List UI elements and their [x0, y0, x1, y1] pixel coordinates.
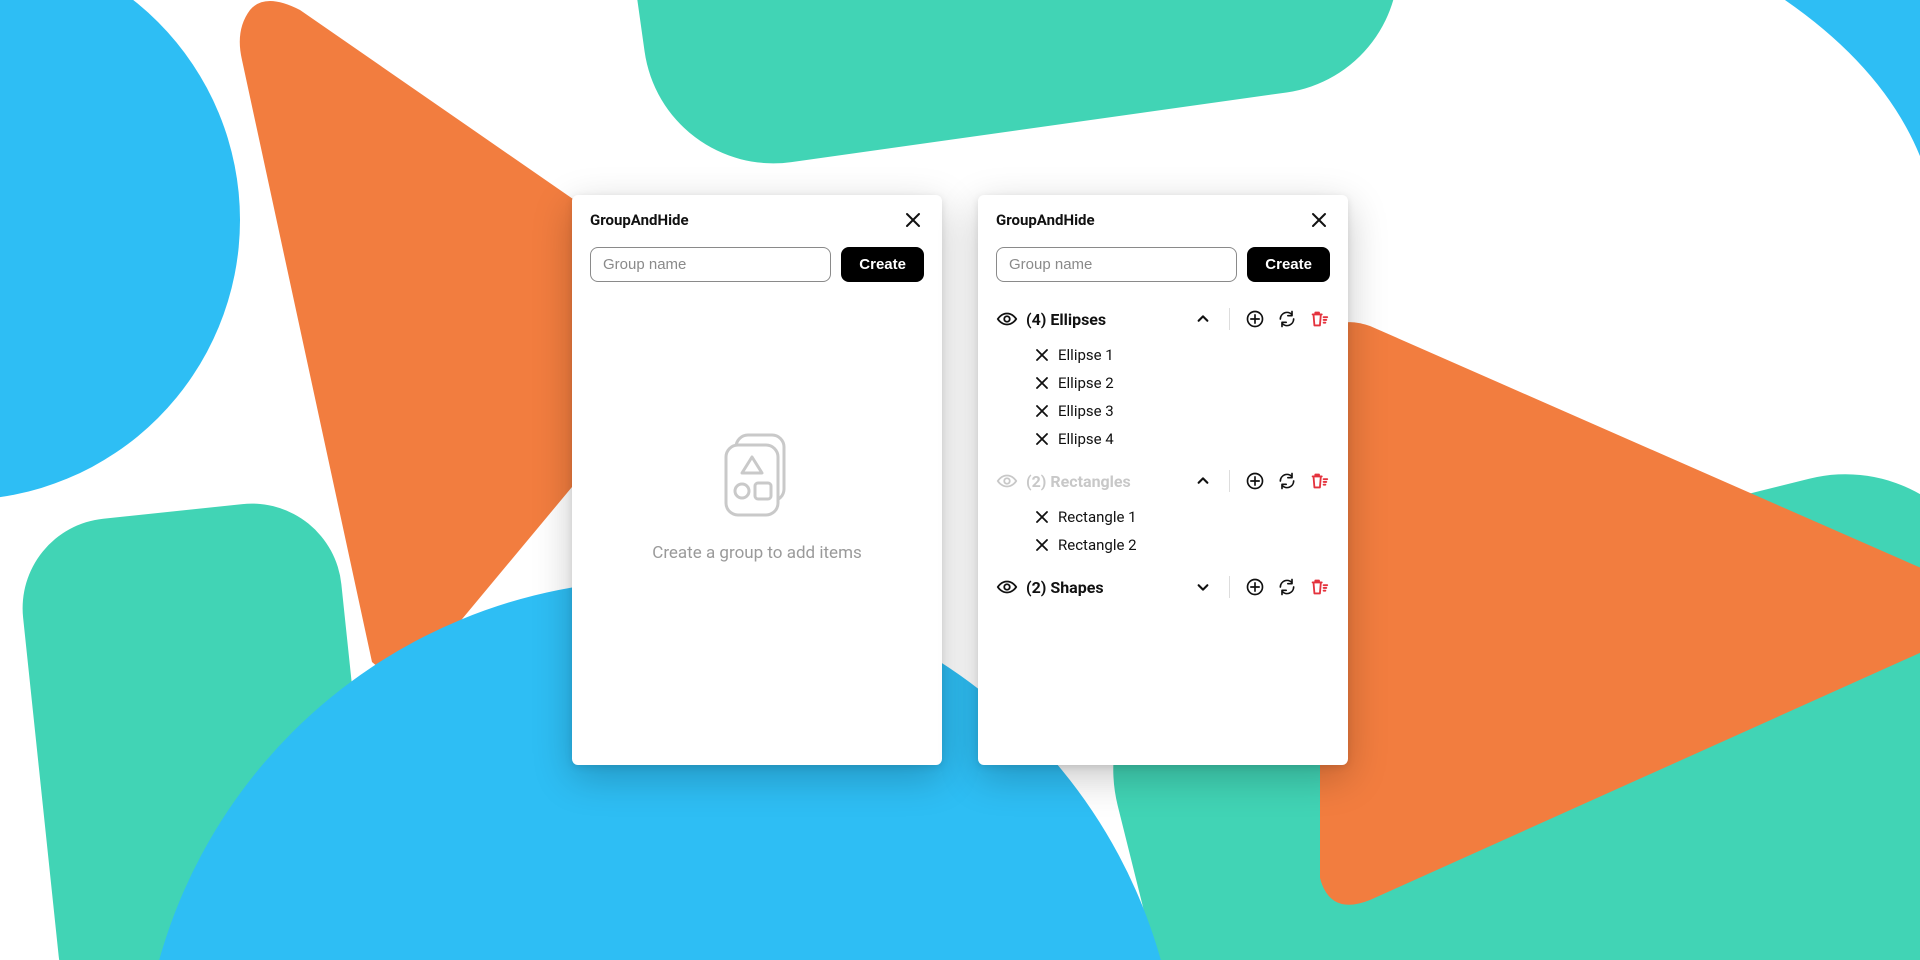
group-label[interactable]: (2) Shapes — [1026, 578, 1104, 597]
close-icon — [1311, 212, 1327, 228]
group-actions — [1244, 308, 1330, 330]
delete-icon[interactable] — [1308, 470, 1330, 492]
panel-groups: GroupAndHide Create (4) Ellipses Ellipse … — [978, 195, 1348, 765]
group-label[interactable]: (4) Ellipses — [1026, 310, 1106, 329]
group-name-input[interactable] — [996, 247, 1237, 282]
eye-icon[interactable] — [996, 308, 1018, 330]
list-item: Rectangle 1 — [1034, 506, 1330, 528]
group-header: (2) Shapes — [996, 570, 1330, 604]
add-icon[interactable] — [1244, 576, 1266, 598]
remove-icon[interactable] — [1034, 347, 1050, 363]
panel-title: GroupAndHide — [590, 211, 689, 229]
delete-icon[interactable] — [1308, 576, 1330, 598]
panel-empty: GroupAndHide Create Create a group to ad… — [572, 195, 942, 765]
close-button[interactable] — [1308, 209, 1330, 231]
divider — [1229, 576, 1230, 598]
remove-icon[interactable] — [1034, 509, 1050, 525]
eye-icon[interactable] — [996, 470, 1018, 492]
empty-state-text: Create a group to add items — [652, 543, 862, 563]
divider — [1229, 470, 1230, 492]
eye-icon[interactable] — [996, 576, 1018, 598]
remove-icon[interactable] — [1034, 403, 1050, 419]
close-button[interactable] — [902, 209, 924, 231]
create-button[interactable]: Create — [1247, 247, 1330, 282]
add-icon[interactable] — [1244, 470, 1266, 492]
sync-icon[interactable] — [1276, 576, 1298, 598]
group-actions — [1244, 470, 1330, 492]
close-icon — [905, 212, 921, 228]
item-name: Ellipse 2 — [1058, 374, 1114, 392]
sync-icon[interactable] — [1276, 470, 1298, 492]
item-name: Ellipse 4 — [1058, 430, 1114, 448]
item-name: Rectangle 1 — [1058, 508, 1137, 526]
remove-icon[interactable] — [1034, 375, 1050, 391]
remove-icon[interactable] — [1034, 537, 1050, 553]
group-items: Ellipse 1 Ellipse 2 Ellipse 3 Ellipse 4 — [996, 342, 1330, 458]
list-item: Ellipse 1 — [1034, 344, 1330, 366]
group-actions — [1244, 576, 1330, 598]
divider — [1229, 308, 1230, 330]
panel-title: GroupAndHide — [996, 211, 1095, 229]
group-label[interactable]: (2) Rectangles — [1026, 472, 1131, 491]
item-name: Ellipse 1 — [1058, 346, 1114, 364]
delete-icon[interactable] — [1308, 308, 1330, 330]
remove-icon[interactable] — [1034, 431, 1050, 447]
list-item: Ellipse 4 — [1034, 428, 1330, 450]
group-header: (4) Ellipses — [996, 302, 1330, 336]
sync-icon[interactable] — [1276, 308, 1298, 330]
list-item: Ellipse 2 — [1034, 372, 1330, 394]
empty-state-icon — [718, 431, 796, 521]
list-item: Ellipse 3 — [1034, 400, 1330, 422]
group-items: Rectangle 1 Rectangle 2 — [996, 504, 1330, 564]
chevron-up-icon[interactable] — [1193, 471, 1213, 491]
chevron-down-icon[interactable] — [1193, 577, 1213, 597]
list-item: Rectangle 2 — [1034, 534, 1330, 556]
item-name: Ellipse 3 — [1058, 402, 1114, 420]
chevron-up-icon[interactable] — [1193, 309, 1213, 329]
group-header: (2) Rectangles — [996, 464, 1330, 498]
add-icon[interactable] — [1244, 308, 1266, 330]
item-name: Rectangle 2 — [1058, 536, 1137, 554]
